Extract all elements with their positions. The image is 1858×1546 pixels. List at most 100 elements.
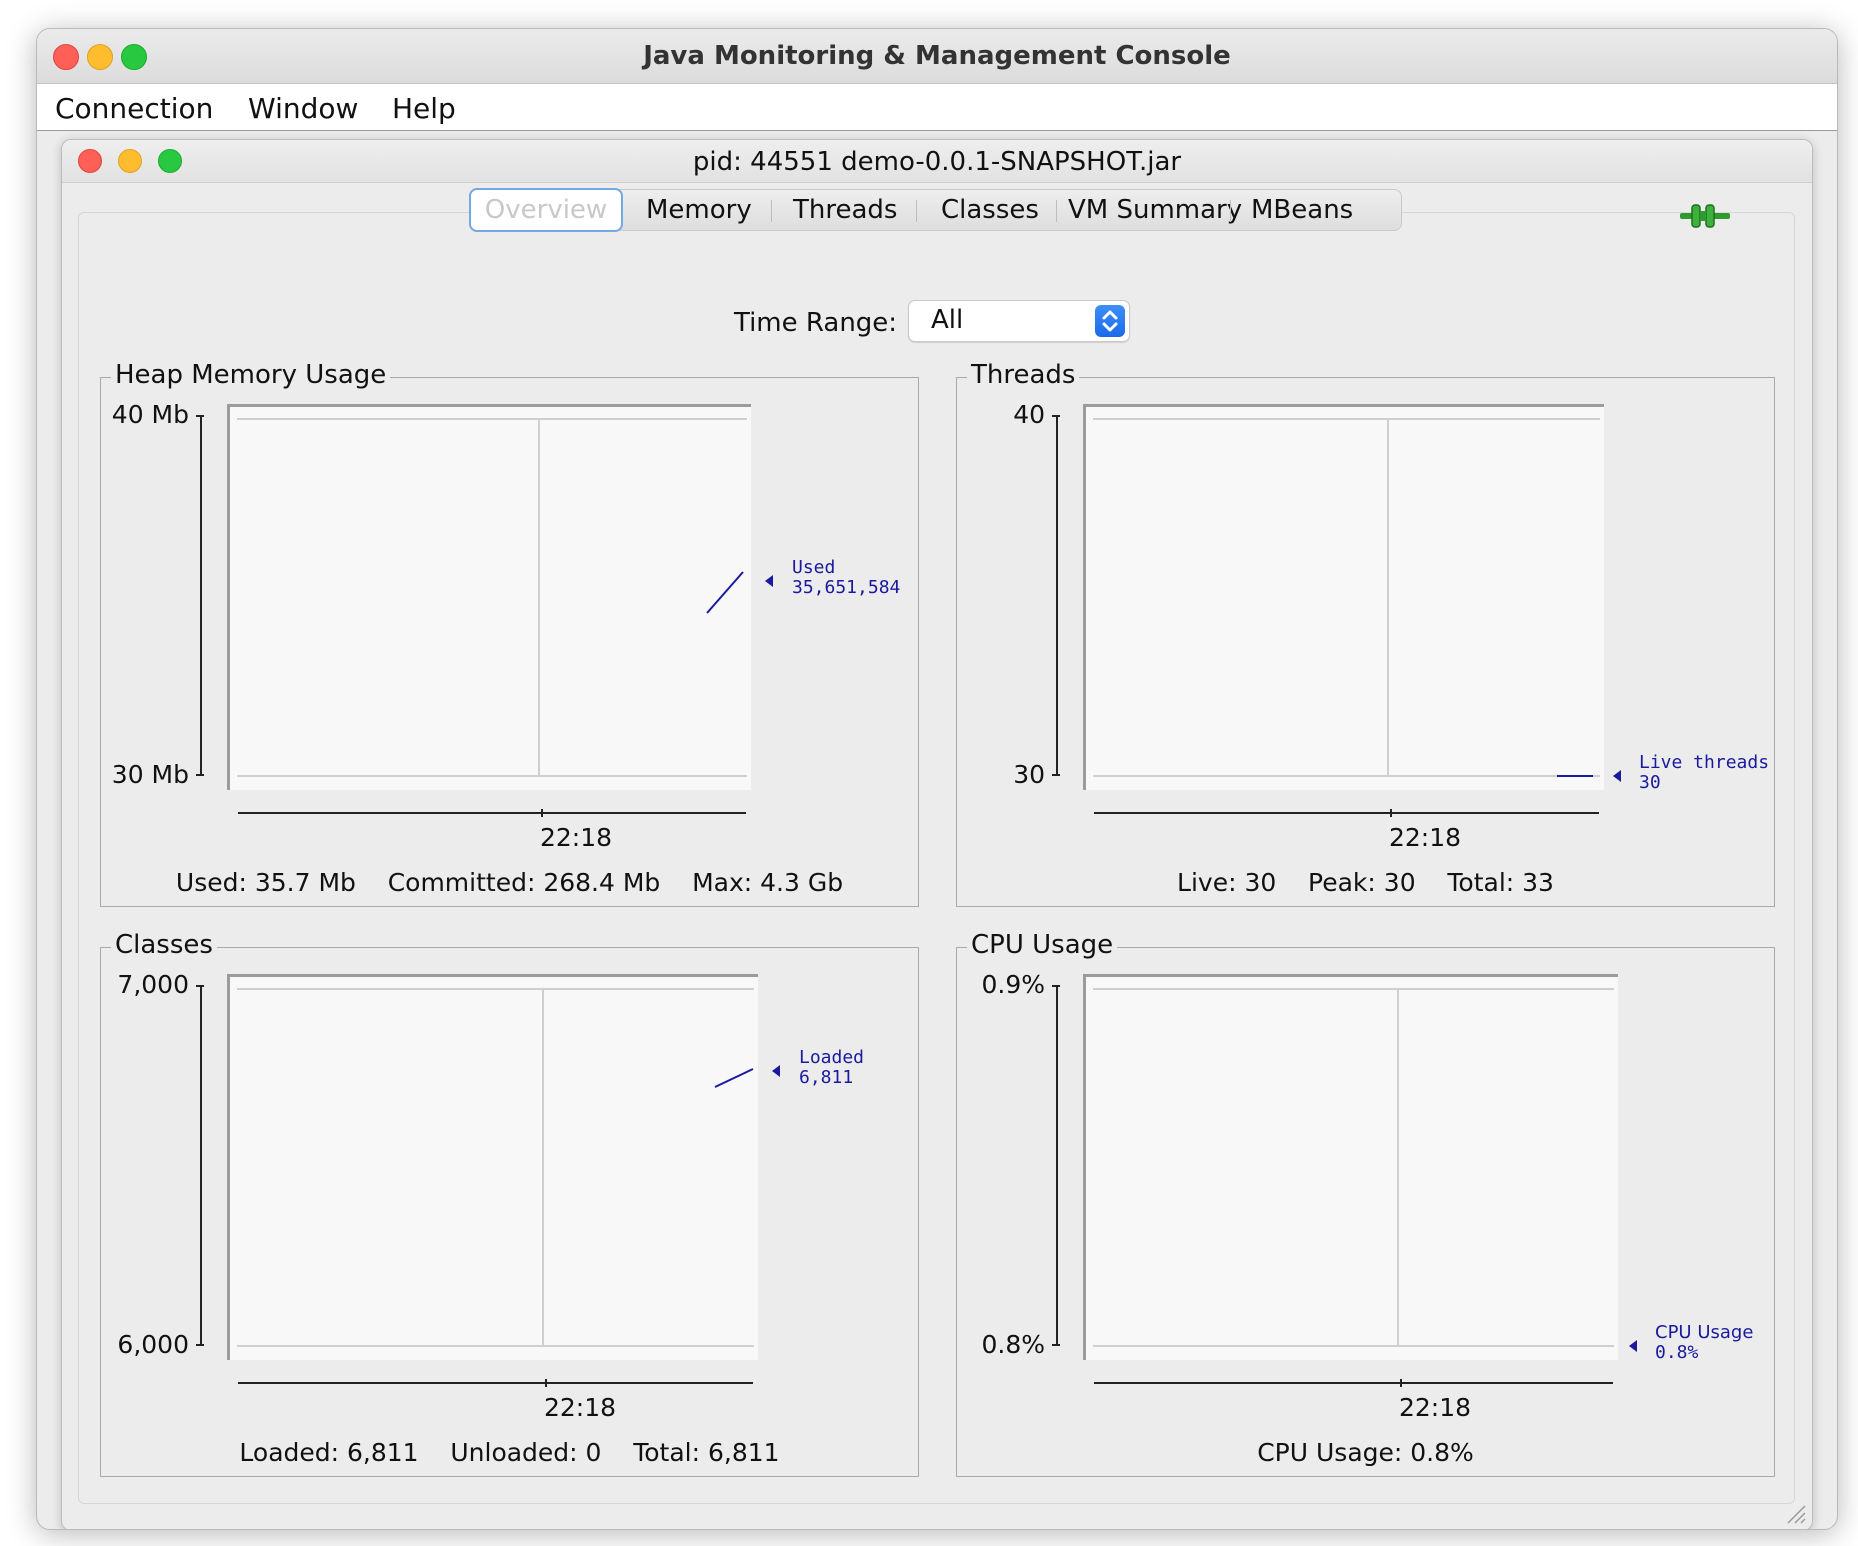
y-tick [1052, 1344, 1060, 1346]
classes-panel: Classes 7,000 6,000 Loaded 6,811 22:18 L… [100, 930, 919, 1477]
resize-grip-icon[interactable] [1784, 1502, 1806, 1524]
threads-stats: Live: 30 Peak: 30 Total: 33 [1177, 868, 1554, 897]
y-axis [1056, 415, 1058, 775]
grid-line [237, 988, 754, 990]
tab-bar: Overview Memory Threads Classes VM Summa… [469, 188, 1402, 232]
tab-memory[interactable]: Memory [646, 195, 752, 225]
tab-threads[interactable]: Threads [793, 195, 897, 225]
grid-line [1387, 418, 1389, 775]
series-name-label: Used [792, 557, 836, 578]
classes-loaded-series-line [714, 1068, 754, 1088]
x-axis [238, 1382, 753, 1384]
time-range-select[interactable]: All [908, 300, 1130, 342]
grid-line [1093, 1345, 1614, 1347]
y-tick [196, 985, 204, 987]
x-tick [1400, 1379, 1402, 1387]
y-axis-top-label: 0.9% [981, 970, 1045, 999]
heap-plot-area [227, 404, 751, 790]
tab-mbeans[interactable]: MBeans [1251, 195, 1353, 225]
y-tick [196, 415, 204, 417]
x-tick-label: 22:18 [1389, 823, 1462, 852]
y-tick [196, 1344, 204, 1346]
series-value-label: 6,811 [799, 1067, 854, 1088]
y-axis-bottom-label: 0.8% [981, 1330, 1045, 1359]
y-axis-bottom-label: 30 Mb [111, 760, 189, 789]
grid-line [542, 988, 544, 1345]
y-axis-top-label: 7,000 [117, 970, 189, 999]
tab-separator [771, 200, 772, 222]
y-axis-bottom-label: 30 [1013, 760, 1045, 789]
app-title: Java Monitoring & Management Console [643, 41, 1231, 71]
y-axis [200, 985, 202, 1345]
menu-help[interactable]: Help [392, 92, 456, 125]
y-tick [1052, 985, 1060, 987]
series-value-label: 35,651,584 [792, 577, 901, 598]
tab-separator [916, 200, 917, 222]
series-marker-icon [765, 575, 773, 587]
series-name-label: Loaded [799, 1047, 865, 1068]
y-axis-bottom-label: 6,000 [117, 1330, 189, 1359]
tab-classes[interactable]: Classes [941, 195, 1039, 225]
time-range-label: Time Range: [734, 308, 898, 338]
internal-frame: pid: 44551 demo-0.0.1-SNAPSHOT.jar Overv… [61, 139, 1813, 1529]
series-name-label: CPU Usage [1655, 1322, 1754, 1343]
series-value-label: 30 [1639, 772, 1661, 793]
menu-bar: Connection Window Help [37, 84, 1837, 131]
grid-line [237, 775, 747, 777]
y-axis [1056, 985, 1058, 1345]
tab-overview[interactable]: Overview [469, 188, 623, 232]
x-tick [545, 1379, 547, 1387]
cpu-plot-area [1083, 974, 1618, 1360]
tab-separator [1230, 200, 1231, 222]
heap-stats: Used: 35.7 Mb Committed: 268.4 Mb Max: 4… [175, 868, 844, 897]
threads-plot-area [1083, 404, 1604, 790]
menu-connection[interactable]: Connection [55, 92, 213, 125]
live-threads-series-line [1557, 775, 1593, 777]
series-value-label: 0.8% [1655, 1342, 1699, 1363]
panel-title: Heap Memory Usage [111, 360, 391, 390]
x-axis [1094, 812, 1599, 814]
tab-separator [1056, 200, 1057, 222]
grid-line [1397, 988, 1399, 1345]
time-range-value: All [931, 305, 964, 335]
series-marker-icon [1613, 770, 1621, 782]
series-marker-icon [1629, 1340, 1637, 1352]
grid-line [538, 418, 540, 775]
internal-frame-title: pid: 44551 demo-0.0.1-SNAPSHOT.jar [692, 147, 1182, 177]
y-tick [196, 774, 204, 776]
grid-line [237, 1345, 754, 1347]
x-tick-label: 22:18 [544, 1393, 617, 1422]
classes-stats: Loaded: 6,811 Unloaded: 0 Total: 6,811 [239, 1438, 780, 1467]
x-axis [238, 812, 746, 814]
x-tick [541, 809, 543, 817]
panel-title: Threads [967, 360, 1080, 390]
x-tick-label: 22:18 [540, 823, 613, 852]
connection-plug-icon[interactable] [1680, 202, 1730, 230]
series-marker-icon [772, 1065, 780, 1077]
threads-panel: Threads 40 30 Live threads 30 22:18 Live… [956, 360, 1775, 907]
series-name-label: Live threads [1639, 752, 1770, 773]
x-tick-label: 22:18 [1399, 1393, 1472, 1422]
x-tick [1390, 809, 1392, 817]
cpu-stats: CPU Usage: 0.8% [1257, 1438, 1474, 1467]
menu-window[interactable]: Window [248, 92, 358, 125]
select-stepper-icon [1095, 305, 1125, 337]
grid-line [1093, 418, 1600, 420]
y-axis [200, 415, 202, 775]
x-axis [1094, 1382, 1613, 1384]
heap-used-series-line [706, 571, 744, 614]
cpu-usage-panel: CPU Usage 0.9% 0.8% CPU Usage 0.8% 22:18… [956, 930, 1775, 1477]
grid-line [237, 418, 747, 420]
grid-line [1093, 775, 1600, 777]
grid-line [1093, 988, 1614, 990]
app-window: Java Monitoring & Management Console Con… [36, 28, 1838, 1530]
panel-title: Classes [111, 930, 217, 960]
panel-title: CPU Usage [967, 930, 1118, 960]
tab-vm-summary[interactable]: VM Summary [1068, 195, 1242, 225]
classes-plot-area [227, 974, 758, 1360]
y-axis-top-label: 40 [1013, 400, 1045, 429]
y-tick [1052, 774, 1060, 776]
app-titlebar: Java Monitoring & Management Console [37, 29, 1837, 84]
y-axis-top-label: 40 Mb [111, 400, 189, 429]
internal-frame-titlebar: pid: 44551 demo-0.0.1-SNAPSHOT.jar [62, 140, 1812, 183]
